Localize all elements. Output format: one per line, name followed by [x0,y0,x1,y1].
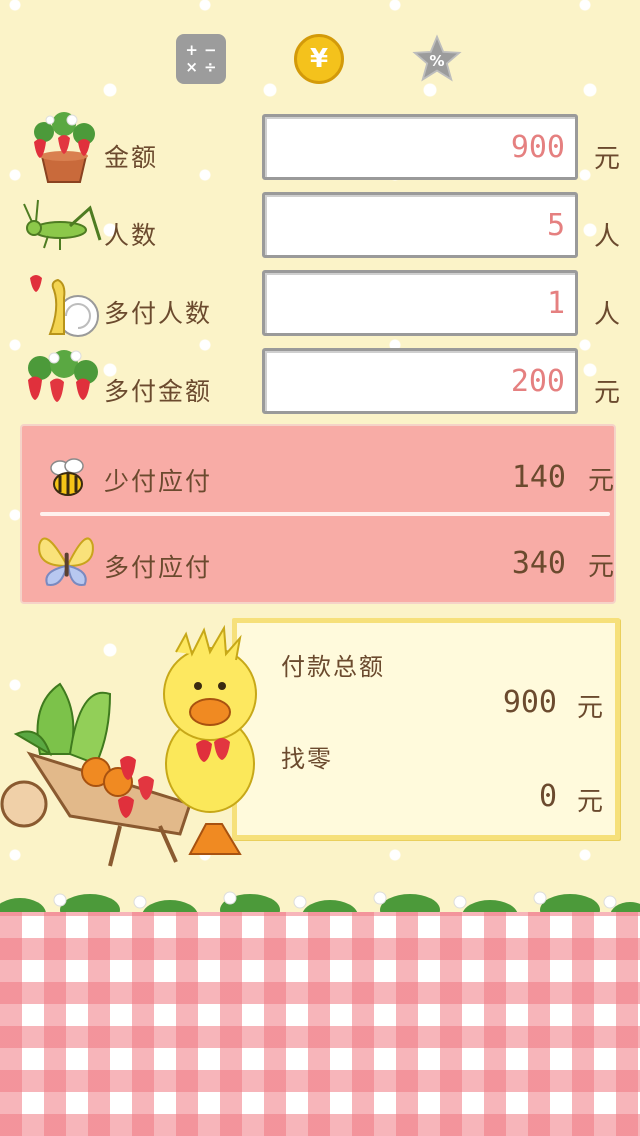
amount-label: 金额 [104,143,159,172]
yen-icon: ¥ [309,44,329,74]
duck-wheelbarrow-illustration [0,624,257,867]
strawberry-pot-icon [34,112,95,183]
amount-value: 900 [510,129,565,165]
snail-icon [30,275,99,337]
split-bill-mode-button[interactable]: ¥ [294,34,344,84]
overpay-share-row: 多付应付 340 元 [22,534,618,594]
calculator-icon: + − × ÷ [185,41,217,76]
overpay-people-row: 多付人数 1 人 [0,268,640,340]
total-paid-value: 900 [502,685,557,720]
underpay-share-row: 少付应付 140 元 [22,448,618,508]
gingham-tablecloth [0,912,640,1136]
change-unit: 元 [576,787,603,817]
underpay-share-label: 少付应付 [104,467,213,496]
overpay-share-label: 多付应付 [104,553,213,582]
overpay-amount-value: 200 [510,363,565,399]
strawberries-icon [28,350,98,402]
overpay-amount-row: 多付金额 200 元 [0,346,640,418]
result-panel: 少付应付 140 元 多付应付 340 元 [20,424,616,604]
amount-input[interactable]: 900 [262,114,578,180]
mode-bar: + − × ÷ ¥ % [0,34,640,90]
calculator-mode-button[interactable]: + − × ÷ [176,34,226,84]
people-unit: 人 [594,222,621,252]
payment-card: 付款总额 900 元 找零 0 元 [232,618,620,840]
underpay-share-value: 140 [511,460,566,495]
people-input[interactable]: 5 [262,192,578,258]
total-paid-unit: 元 [576,693,603,723]
people-label: 人数 [104,221,159,250]
amount-row: 金额 900 元 [0,112,640,184]
people-row: 人数 5 人 [0,190,640,262]
discount-mode-button[interactable]: % [412,34,462,84]
grasshopper-icon [23,199,102,250]
result-divider [40,512,610,516]
butterfly-icon [38,537,94,586]
change-label: 找零 [281,745,333,773]
people-value: 5 [546,207,565,243]
amount-unit: 元 [594,144,621,174]
change-value: 0 [538,779,557,814]
overpay-amount-unit: 元 [594,378,621,408]
overpay-amount-label: 多付金额 [104,377,213,406]
overpay-people-label: 多付人数 [104,299,213,328]
overpay-people-input[interactable]: 1 [262,270,578,336]
percent-symbol: % [429,52,444,70]
overpay-share-value: 340 [511,546,566,581]
bee-icon [50,458,84,496]
total-paid-label: 付款总额 [281,653,385,681]
overpay-people-value: 1 [546,285,565,321]
overpay-amount-input[interactable]: 200 [262,348,578,414]
underpay-share-unit: 元 [587,466,614,496]
percent-star-icon: % [412,34,462,82]
overpay-people-unit: 人 [594,300,621,330]
overpay-share-unit: 元 [587,552,614,582]
